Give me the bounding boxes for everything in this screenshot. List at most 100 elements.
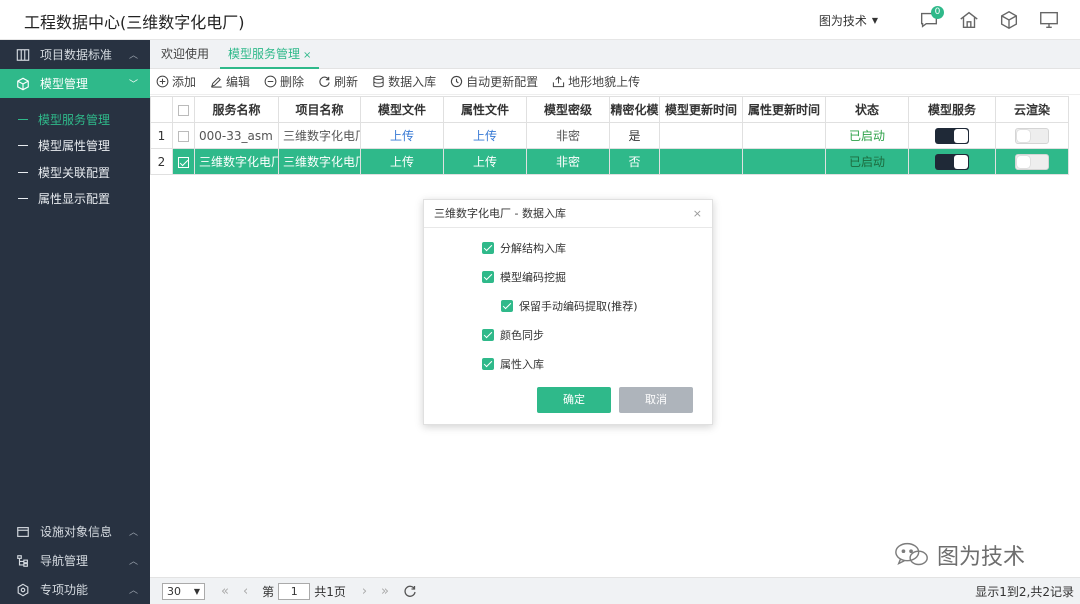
import-button[interactable]: 数据入库 (372, 73, 436, 90)
cell-level: 非密 (526, 122, 610, 149)
add-button[interactable]: 添加 (156, 73, 196, 90)
user-name: 图为技术 (818, 13, 867, 28)
sidebar-item-model-attributes[interactable]: 模型属性管理 (0, 133, 150, 160)
option-keep-manual-code[interactable]: 保留手动编码提取(推荐) (501, 298, 638, 314)
chevron-up-icon: ︿ (128, 528, 138, 538)
checkbox-checked[interactable] (501, 300, 513, 312)
monitor-icon[interactable] (1038, 9, 1060, 31)
record-info: 显示1到2,共2记录 (975, 584, 1074, 599)
chevron-down-icon: ﹀ (128, 80, 138, 90)
sidebar-group-navigation[interactable]: 导航管理 ︿ (0, 546, 150, 575)
refresh-icon[interactable] (403, 584, 417, 598)
dash-icon (18, 198, 28, 200)
close-tab-icon[interactable]: × (303, 50, 311, 61)
sidebar-group-label: 设施对象信息 (40, 525, 113, 539)
page-number-input[interactable]: 1 (278, 582, 311, 600)
import-label: 数据入库 (388, 75, 437, 89)
cell-level: 非密 (526, 148, 610, 175)
option-attr-import[interactable]: 属性入库 (482, 356, 544, 372)
pagination-bar: 30 ▼ « ‹ 第 1 共1页 › » 显示1到2,共2记录 (150, 577, 1080, 604)
sidebar-group-facilities[interactable]: 设施对象信息 ︿ (0, 517, 150, 546)
header-cell[interactable]: 模型服务 (908, 96, 996, 123)
sidebar-group-special[interactable]: 专项功能 ︿ (0, 575, 150, 604)
header-actions: 图为技术 ▼ 0 (819, 0, 1060, 40)
header-cell[interactable]: 模型文件 (360, 96, 444, 123)
header-cell[interactable]: 属性更新时间 (742, 96, 826, 123)
model-service-toggle[interactable] (935, 127, 969, 144)
cancel-button[interactable]: 取消 (619, 387, 693, 413)
edit-button[interactable]: 编辑 (210, 73, 250, 90)
page-size-select[interactable]: 30 ▼ (162, 582, 205, 600)
select-all-checkbox[interactable] (178, 104, 189, 116)
checkbox-checked[interactable] (482, 358, 494, 370)
refresh-button[interactable]: 刷新 (318, 73, 358, 90)
model-service-toggle[interactable] (935, 153, 969, 170)
table-row[interactable]: 1 000-33_asm 三维数字化电厂 上传 上传 非密 是 已启动 (150, 122, 1069, 149)
next-page-icon[interactable]: › (362, 584, 367, 599)
user-menu[interactable]: 图为技术 ▼ (819, 12, 878, 29)
first-page-icon[interactable]: « (221, 584, 229, 599)
cloud-render-toggle[interactable] (1015, 153, 1049, 170)
close-icon[interactable]: × (693, 200, 702, 228)
header-cell[interactable]: 模型密级 (526, 96, 610, 123)
row-checkbox-checked[interactable] (178, 156, 189, 168)
tree-icon (16, 554, 30, 568)
header-cell[interactable]: 模型更新时间 (659, 96, 743, 123)
option-code-mining[interactable]: 模型编码挖掘 (482, 269, 566, 285)
tab-model-service[interactable]: 模型服务管理 × (220, 40, 320, 69)
sidebar-group-label: 项目数据标准 (40, 48, 113, 62)
upload-attr-link[interactable]: 上传 (473, 155, 497, 169)
sidebar-group-models[interactable]: 模型管理 ﹀ (0, 69, 150, 98)
sidebar-item-label: 模型服务管理 (38, 112, 111, 127)
columns-icon (16, 48, 30, 62)
sidebar-item-label: 模型关联配置 (38, 165, 111, 180)
cube-icon[interactable] (998, 9, 1020, 31)
cell-model-file: 上传 (360, 148, 444, 175)
sidebar-item-model-relations[interactable]: 模型关联配置 (0, 159, 150, 186)
status-badge: 已启动 (848, 155, 885, 169)
wechat-icon (895, 542, 928, 566)
checkbox-checked[interactable] (482, 271, 494, 283)
sidebar-item-label: 模型属性管理 (38, 139, 111, 154)
sidebar-group-label: 专项功能 (40, 583, 89, 597)
cloud-render-toggle[interactable] (1015, 127, 1049, 144)
row-select-cell[interactable] (172, 122, 195, 149)
row-index: 1 (150, 122, 173, 149)
delete-button[interactable]: 删除 (264, 73, 304, 90)
row-checkbox[interactable] (178, 130, 189, 142)
checkbox-checked[interactable] (482, 329, 494, 341)
sidebar: 项目数据标准 ︿ 模型管理 ﹀ 模型服务管理 模型属性管理 模型关联配置 属性显… (0, 40, 150, 604)
option-structure-import[interactable]: 分解结构入库 (482, 240, 566, 256)
tab-welcome[interactable]: 欢迎使用 (161, 40, 209, 69)
header-select-all[interactable] (172, 96, 195, 123)
checkbox-checked[interactable] (482, 242, 494, 254)
cell-model-time (659, 122, 743, 149)
prev-page-icon[interactable]: ‹ (243, 584, 248, 599)
option-color-sync[interactable]: 颜色同步 (482, 327, 544, 343)
header-cell[interactable]: 服务名称 (194, 96, 279, 123)
header-cell[interactable]: 属性文件 (443, 96, 527, 123)
row-select-cell[interactable] (172, 148, 195, 175)
cell-cloud-render (995, 122, 1069, 149)
header-cell[interactable]: 状态 (825, 96, 909, 123)
header-cell[interactable]: 云渲染 (995, 96, 1069, 123)
upload-attr-link[interactable]: 上传 (473, 129, 497, 143)
upload-model-link[interactable]: 上传 (390, 155, 414, 169)
last-page-icon[interactable]: » (381, 584, 389, 599)
table-row[interactable]: 2 三维数字化电厂 三维数字化电厂 上传 上传 非密 否 已启动 (150, 148, 1069, 175)
upload-model-link[interactable]: 上传 (390, 129, 414, 143)
sync-icon (450, 75, 463, 88)
header-cell[interactable]: 项目名称 (278, 96, 361, 123)
cell-precise: 否 (609, 148, 660, 175)
auto-update-button[interactable]: 自动更新配置 (450, 73, 538, 90)
cell-attr-file: 上传 (443, 148, 527, 175)
window-icon (16, 525, 30, 539)
home-icon[interactable] (958, 9, 980, 31)
message-icon[interactable]: 0 (918, 6, 944, 31)
header-cell[interactable]: 精密化模 (609, 96, 660, 123)
sidebar-group-standards[interactable]: 项目数据标准 ︿ (0, 40, 150, 69)
confirm-button[interactable]: 确定 (537, 387, 611, 413)
sidebar-item-model-service[interactable]: 模型服务管理 (0, 106, 150, 133)
terrain-upload-button[interactable]: 地形地貌上传 (552, 73, 640, 90)
sidebar-item-attr-display[interactable]: 属性显示配置 (0, 186, 150, 213)
